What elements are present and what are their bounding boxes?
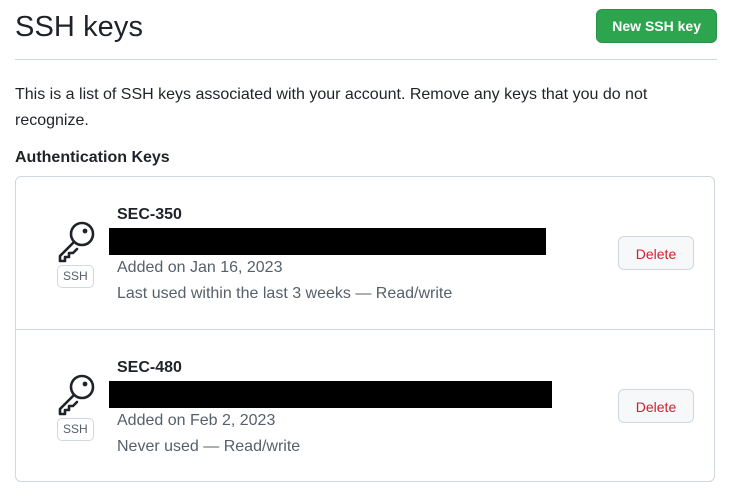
key-usage-status: Last used within the last 3 weeks — Read…: [117, 285, 453, 302]
redacted-fingerprint: [109, 228, 546, 255]
key-added-date: Added on Jan 16, 2023: [117, 259, 283, 276]
key-icon: [58, 374, 95, 416]
ssh-key-item: SSH SEC-480 Added on Feb 2, 2023 Never u…: [16, 330, 714, 482]
ssh-key-list: SSH SEC-350 Added on Jan 16, 2023 Last u…: [15, 176, 715, 482]
delete-key-button[interactable]: Delete: [618, 389, 694, 423]
key-added-date: Added on Feb 2, 2023: [117, 412, 276, 429]
delete-key-button[interactable]: Delete: [618, 236, 694, 270]
ssh-keys-page: SSH keys New SSH key This is a list of S…: [0, 0, 745, 501]
new-ssh-key-button[interactable]: New SSH key: [596, 9, 717, 43]
ssh-badge: SSH: [57, 418, 94, 441]
key-icon: [58, 221, 95, 263]
page-title: SSH keys: [15, 11, 144, 43]
page-header: SSH keys New SSH key: [15, 0, 717, 60]
key-title: SEC-480: [117, 359, 182, 376]
ssh-key-item: SSH SEC-350 Added on Jan 16, 2023 Last u…: [16, 177, 714, 330]
key-usage-status: Never used — Read/write: [117, 438, 301, 455]
key-title: SEC-350: [117, 206, 182, 223]
section-heading: Authentication Keys: [15, 149, 170, 166]
redacted-fingerprint: [109, 381, 552, 408]
ssh-badge: SSH: [57, 265, 94, 288]
page-description: This is a list of SSH keys associated wi…: [15, 86, 648, 129]
